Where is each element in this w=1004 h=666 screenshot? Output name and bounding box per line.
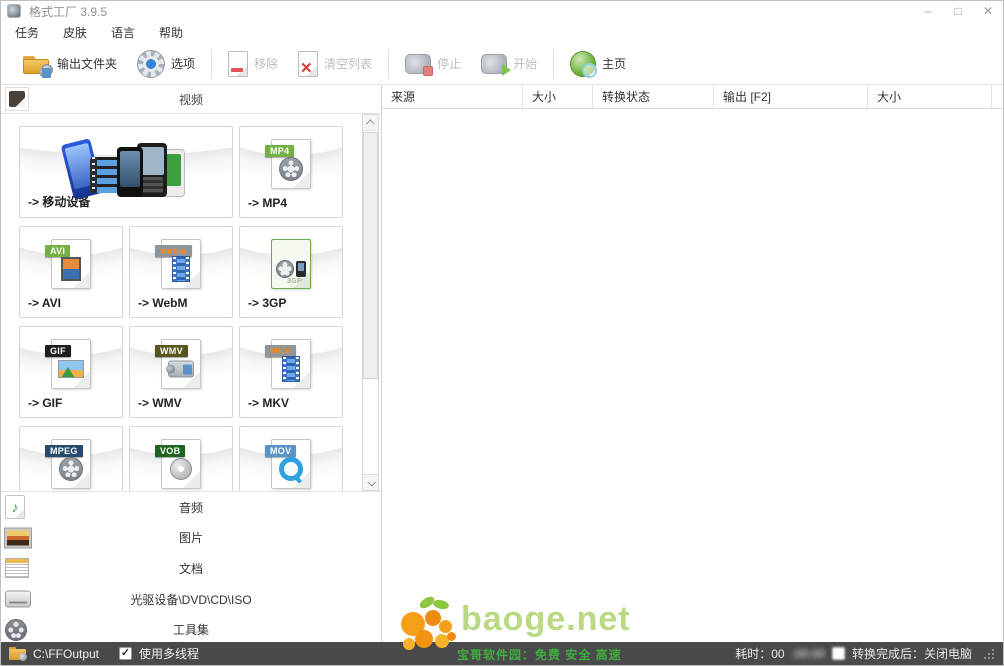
category-audio[interactable]: 音频 [1,492,381,523]
column-source[interactable]: 来源 [382,85,523,108]
menu-bar: 任务 皮肤 语言 帮助 [1,21,1003,43]
output-folder-mini-icon[interactable] [9,647,26,660]
sidebar-scrollbar[interactable] [362,114,379,491]
maximize-button[interactable]: □ [943,1,973,21]
toolbar-separator [211,49,212,79]
start-icon [481,54,507,74]
category-list: 音频 图片 文档 光驱设备\DVD\CD\ISO 工具集 [1,491,381,644]
status-bar: C:\FFOutput 使用多线程 耗时：00 :00:00 转换完成后：关闭电… [1,642,1003,665]
output-folder-icon [23,54,51,74]
category-rom-device[interactable]: 光驱设备\DVD\CD\ISO [1,584,381,615]
format-sidebar: 视频 -> 移动设备 MP4 [1,85,382,644]
tile-vob[interactable]: VOB [129,426,233,491]
format-factory-window: 格式工厂 3.9.5 – □ ✕ 任务 皮肤 语言 帮助 输出文件夹 选项 移除… [0,0,1004,666]
menu-task[interactable]: 任务 [15,24,39,41]
status-right: 耗时：00 :00:00 转换完成后：关闭电脑 [735,645,995,662]
document-icon [5,558,29,578]
stop-button[interactable]: 停止 [395,46,471,82]
task-list-header: 来源 大小 转换状态 输出 [F2] 大小 [382,85,1003,109]
mov-file-icon: MOV [240,435,342,491]
tile-wmv[interactable]: WMV -> WMV [129,326,233,418]
toolbar-separator [388,49,389,79]
options-button[interactable]: 选项 [127,46,205,82]
close-button[interactable]: ✕ [973,1,1003,21]
clear-list-icon: ✕ [298,51,318,77]
shutdown-checkbox[interactable] [832,647,845,660]
titlebar: 格式工厂 3.9.5 – □ ✕ [1,1,1003,21]
task-list-panel: 来源 大小 转换状态 输出 [F2] 大小 [382,85,1003,644]
category-document[interactable]: 文档 [1,553,381,584]
multithread-checkbox[interactable] [119,647,132,660]
multithread-label[interactable]: 使用多线程 [139,645,199,662]
start-button[interactable]: 开始 [471,46,547,82]
resize-grip-icon[interactable] [983,648,995,660]
task-list-body[interactable] [382,109,1003,644]
mobile-devices-icon [20,133,232,197]
gear-icon [137,50,165,78]
globe-magnifier-icon [570,51,596,77]
tile-webm[interactable]: webm -> WebM [129,226,233,318]
column-output[interactable]: 输出 [F2] [714,85,868,108]
home-button[interactable]: 主页 [560,46,636,82]
output-path[interactable]: C:\FFOutput [33,647,99,661]
toolbar: 输出文件夹 选项 移除 ✕ 清空列表 停止 开始 主页 [1,43,1003,85]
menu-help[interactable]: 帮助 [159,24,183,41]
tile-gif[interactable]: GIF -> GIF [19,326,123,418]
tile-mov[interactable]: MOV [239,426,343,491]
scroll-down-button[interactable] [363,474,378,490]
output-folder-button[interactable]: 输出文件夹 [13,46,127,82]
vob-file-icon: VOB [130,435,232,491]
mkv-file-icon: MKV [240,335,342,393]
app-icon [7,4,21,18]
remove-item-icon [228,51,248,77]
toolbar-separator [553,49,554,79]
remove-button[interactable]: 移除 [218,46,288,82]
video-category-label: 视频 [179,91,203,108]
tile-3gp[interactable]: 3GP -> 3GP [239,226,343,318]
clear-list-button[interactable]: ✕ 清空列表 [288,46,382,82]
column-output-size[interactable]: 大小 [868,85,992,108]
elapsed-time-blurred: :00:00 [792,647,825,661]
video-category-icon [5,87,29,111]
scrollbar-thumb[interactable] [363,132,378,379]
tile-mobile-device[interactable]: -> 移动设备 [19,126,233,218]
audio-note-icon [5,495,25,519]
column-convert-state[interactable]: 转换状态 [593,85,714,108]
scroll-up-button[interactable] [363,115,378,131]
elapsed-time: 耗时：00 [735,645,784,662]
tile-mp4[interactable]: MP4 -> MP4 [239,126,343,218]
window-controls: – □ ✕ [913,1,1003,21]
menu-language[interactable]: 语言 [111,24,135,41]
gif-file-icon: GIF [20,335,122,393]
column-filler [992,85,1003,108]
avi-file-icon: AVI [20,235,122,293]
video-category-header[interactable]: 视频 [1,85,381,114]
tile-mpeg[interactable]: MPEG [19,426,123,491]
menu-skin[interactable]: 皮肤 [63,24,87,41]
format-tile-grid: -> 移动设备 MP4 -> MP4 AVI [1,114,361,491]
window-title: 格式工厂 3.9.5 [29,3,107,20]
stop-icon [405,54,431,74]
webm-file-icon: webm [130,235,232,293]
column-size[interactable]: 大小 [523,85,593,108]
3gp-file-icon: 3GP [240,235,342,293]
wmv-file-icon: WMV [130,335,232,393]
category-toolset[interactable]: 工具集 [1,614,381,645]
film-reel-icon [5,619,27,641]
disc-drive-icon [5,591,31,608]
tile-avi[interactable]: AVI -> AVI [19,226,123,318]
shutdown-label[interactable]: 转换完成后：关闭电脑 [852,645,972,662]
minimize-button[interactable]: – [913,1,943,21]
tile-mkv[interactable]: MKV -> MKV [239,326,343,418]
status-left: C:\FFOutput 使用多线程 [9,645,199,662]
mpeg-file-icon: MPEG [20,435,122,491]
main-area: 视频 -> 移动设备 MP4 [1,85,1003,644]
mp4-file-icon: MP4 [240,135,342,193]
category-picture[interactable]: 图片 [1,523,381,554]
picture-frame-icon [5,528,31,547]
